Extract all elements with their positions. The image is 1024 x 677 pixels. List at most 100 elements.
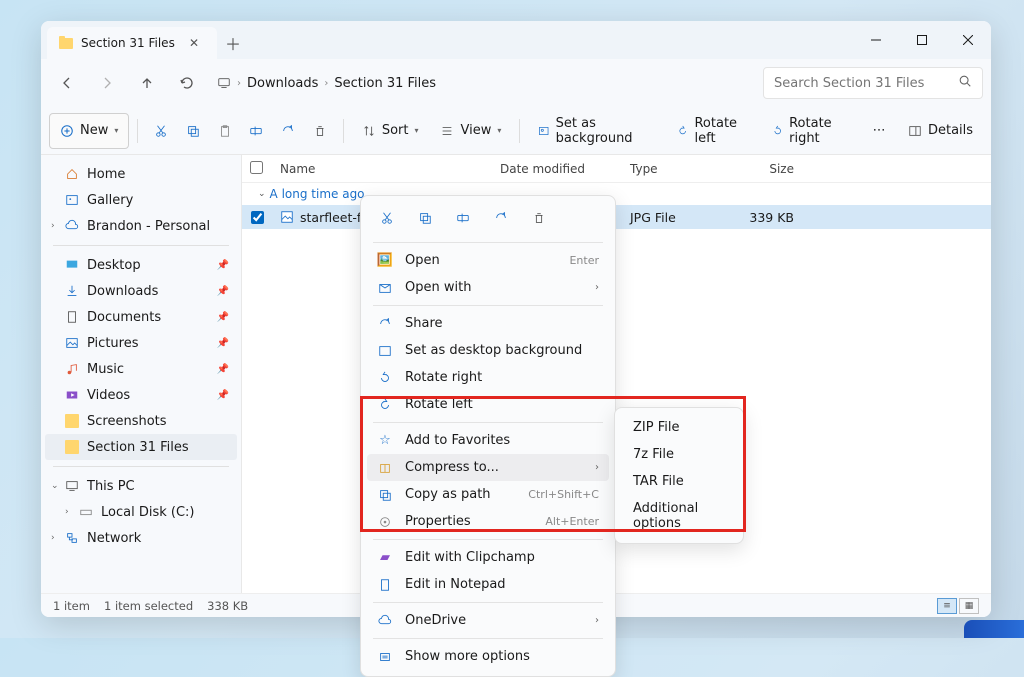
delete-button[interactable] — [305, 113, 335, 149]
documents-icon — [65, 310, 79, 324]
sidebar-item-personal[interactable]: ›Brandon - Personal — [45, 213, 237, 239]
rotate-right-icon — [772, 124, 783, 138]
refresh-button[interactable] — [169, 65, 205, 101]
share-icon — [377, 317, 393, 331]
more-button[interactable]: ⋯ — [864, 113, 894, 149]
new-tab-button[interactable]: ＋ — [217, 27, 249, 59]
cm-open[interactable]: 🖼️OpenEnter — [367, 247, 609, 274]
share-icon — [494, 211, 508, 225]
rotate-right-label: Rotate right — [789, 116, 852, 146]
cm-share-button[interactable] — [485, 204, 517, 232]
sidebar-item-local-disk[interactable]: ›Local Disk (C:) — [45, 499, 237, 525]
cm-set-bg[interactable]: Set as desktop background — [367, 337, 609, 364]
minimize-button[interactable] — [853, 21, 899, 59]
sm-7z[interactable]: 7z File — [621, 441, 737, 468]
select-all-checkbox[interactable] — [250, 161, 263, 174]
sidebar-item-documents[interactable]: Documents📌 — [45, 304, 237, 330]
sidebar-item-network[interactable]: ›Network — [45, 525, 237, 551]
cm-clipchamp[interactable]: ▰Edit with Clipchamp — [367, 544, 609, 571]
cm-open-with[interactable]: Open with› — [367, 274, 609, 301]
forward-button[interactable] — [89, 65, 125, 101]
cm-share[interactable]: Share — [367, 310, 609, 337]
chevron-right-icon[interactable]: › — [51, 533, 55, 543]
view-label: View — [460, 123, 491, 138]
sidebar-item-music[interactable]: Music📌 — [45, 356, 237, 382]
sidebar-item-desktop[interactable]: Desktop📌 — [45, 252, 237, 278]
sort-button[interactable]: Sort▾ — [352, 113, 429, 149]
row-checkbox[interactable] — [251, 211, 264, 224]
pin-icon: 📌 — [217, 286, 229, 297]
thumbnail-view-button[interactable]: ▦ — [959, 598, 979, 614]
open-icon: 🖼️ — [377, 253, 393, 268]
sm-tar[interactable]: TAR File — [621, 468, 737, 495]
maximize-button[interactable] — [899, 21, 945, 59]
breadcrumb[interactable]: › Downloads › Section 31 Files — [209, 76, 759, 91]
cm-more-options[interactable]: Show more options — [367, 643, 609, 670]
folder-icon — [65, 414, 79, 428]
properties-icon — [377, 515, 393, 529]
sidebar-item-pictures[interactable]: Pictures📌 — [45, 330, 237, 356]
file-row[interactable]: starfleet-file-47 11/27/2023 9:38 AM JPG… — [242, 205, 991, 229]
view-switch: ≡ ▦ — [937, 598, 979, 614]
cm-rotate-right[interactable]: Rotate right — [367, 364, 609, 391]
rotate-right-button[interactable]: Rotate right — [762, 113, 862, 149]
sm-additional[interactable]: Additional options — [621, 495, 737, 537]
search-box[interactable] — [763, 67, 983, 99]
cm-favorites[interactable]: ☆Add to Favorites — [367, 427, 609, 454]
picture-icon — [377, 344, 393, 358]
rename-button[interactable] — [242, 113, 272, 149]
close-button[interactable] — [945, 21, 991, 59]
cm-rotate-left[interactable]: Rotate left — [367, 391, 609, 418]
back-button[interactable] — [49, 65, 85, 101]
paste-button[interactable] — [210, 113, 240, 149]
view-button[interactable]: View▾ — [430, 113, 511, 149]
folder-icon — [65, 440, 79, 454]
cut-button[interactable] — [146, 113, 176, 149]
cm-notepad[interactable]: Edit in Notepad — [367, 571, 609, 598]
tab-close-button[interactable]: ✕ — [183, 34, 205, 52]
chevron-down-icon[interactable]: ⌄ — [51, 481, 59, 491]
window-tab[interactable]: Section 31 Files ✕ — [47, 27, 217, 59]
chevron-right-icon: › — [237, 78, 241, 89]
pin-icon: 📌 — [217, 364, 229, 375]
details-label: Details — [928, 123, 973, 138]
sidebar-item-screenshots[interactable]: Screenshots — [45, 408, 237, 434]
column-size[interactable]: Size — [722, 162, 802, 176]
sidebar-item-downloads[interactable]: Downloads📌 — [45, 278, 237, 304]
cm-cut-button[interactable] — [371, 204, 403, 232]
new-button[interactable]: New ▾ — [49, 113, 129, 149]
sidebar-item-videos[interactable]: Videos📌 — [45, 382, 237, 408]
taskbar-corner — [964, 620, 1024, 638]
set-background-button[interactable]: Set as background — [528, 113, 665, 149]
share-button[interactable] — [273, 113, 303, 149]
cm-copy-path[interactable]: Copy as pathCtrl+Shift+C — [367, 481, 609, 508]
column-name[interactable]: Name — [272, 162, 492, 176]
rotate-right-icon — [377, 371, 393, 385]
breadcrumb-item[interactable]: Section 31 Files — [334, 76, 436, 91]
navigation-bar: › Downloads › Section 31 Files — [41, 59, 991, 107]
sidebar-item-gallery[interactable]: Gallery — [45, 187, 237, 213]
cm-copy-button[interactable] — [409, 204, 441, 232]
column-type[interactable]: Type — [622, 162, 722, 176]
cm-properties[interactable]: PropertiesAlt+Enter — [367, 508, 609, 535]
copy-button[interactable] — [178, 113, 208, 149]
up-button[interactable] — [129, 65, 165, 101]
sidebar-item-this-pc[interactable]: ⌄This PC — [45, 473, 237, 499]
cm-compress[interactable]: Compress to...› — [367, 454, 609, 481]
breadcrumb-item[interactable]: Downloads — [247, 76, 318, 91]
cm-onedrive[interactable]: OneDrive› — [367, 607, 609, 634]
search-input[interactable] — [774, 76, 958, 91]
chevron-right-icon[interactable]: › — [65, 507, 69, 517]
cm-rename-button[interactable] — [447, 204, 479, 232]
sidebar-item-home[interactable]: Home — [45, 161, 237, 187]
rotate-left-button[interactable]: Rotate left — [667, 113, 760, 149]
column-date[interactable]: Date modified — [492, 162, 622, 176]
details-view-button[interactable]: ≡ — [937, 598, 957, 614]
chevron-down-icon: ▾ — [114, 126, 118, 135]
sm-zip[interactable]: ZIP File — [621, 414, 737, 441]
column-headers[interactable]: Name Date modified Type Size — [242, 155, 991, 183]
cm-delete-button[interactable] — [523, 204, 555, 232]
sidebar-item-section31[interactable]: Section 31 Files — [45, 434, 237, 460]
chevron-right-icon[interactable]: › — [51, 221, 55, 231]
details-pane-button[interactable]: Details — [898, 113, 983, 149]
